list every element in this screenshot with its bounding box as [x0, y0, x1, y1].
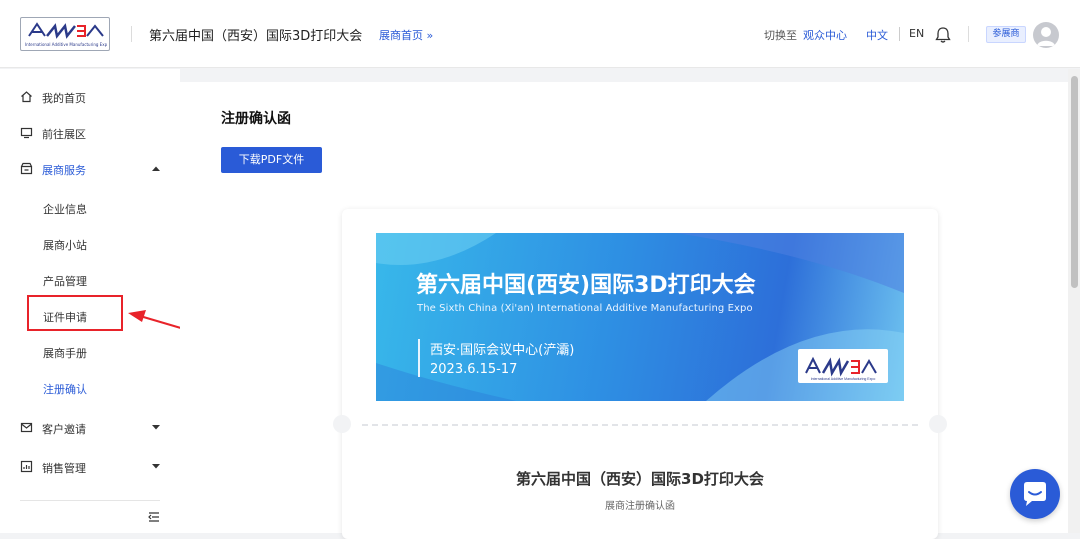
lang-divider: [899, 27, 900, 41]
sidebar-subitem-exhibitor-manual[interactable]: 展商手册: [0, 339, 180, 365]
logo-mark-icon: [28, 22, 104, 39]
divider: [20, 500, 160, 501]
sidebar-subitem-company-info[interactable]: 企业信息: [0, 195, 180, 221]
switch-label: 切换至: [764, 29, 797, 42]
dashed-divider: [362, 424, 918, 426]
chevron-up-icon: [152, 166, 160, 171]
sidebar-subitem-registration-confirmation[interactable]: 注册确认: [0, 375, 180, 401]
chat-support-button[interactable]: [1010, 469, 1060, 519]
role-badge[interactable]: 参展商: [986, 26, 1026, 43]
chat-icon: [1024, 482, 1046, 506]
chart-icon: [20, 460, 33, 473]
scrollbar-thumb[interactable]: [1071, 76, 1078, 288]
sidebar-subitem-exhibitor-station[interactable]: 展商小站: [0, 231, 180, 257]
annotation-highlight-box: [27, 295, 123, 331]
avatar[interactable]: [1033, 22, 1059, 48]
mail-icon: [20, 422, 33, 433]
banner-logo: International Additive Manufacturing Exp…: [798, 349, 888, 383]
ticket-notch: [929, 415, 947, 433]
sidebar-subitem-label: 产品管理: [43, 275, 87, 288]
main-content: 注册确认函 下载PDF文件 第六届中国(西安)国际3D打印大会 The Sixt…: [180, 82, 1068, 539]
sidebar-subitem-label: 企业信息: [43, 203, 87, 216]
sidebar-item-exhibit-area[interactable]: 前往展区: [0, 119, 180, 147]
sidebar-item-customer-invite[interactable]: 客户邀请: [0, 414, 180, 442]
expo-banner: 第六届中国(西安)国际3D打印大会 The Sixth China (Xi'an…: [376, 233, 904, 401]
chevron-down-icon: [152, 425, 160, 430]
banner-accent-bar: [418, 339, 420, 377]
user-icon: [1037, 27, 1055, 46]
banner-subtitle: The Sixth China (Xi'an) International Ad…: [417, 303, 753, 314]
exhibitor-home-link[interactable]: 展商首页 »: [379, 27, 433, 43]
page-title: 注册确认函: [221, 111, 291, 127]
lang-en-button[interactable]: EN: [909, 27, 924, 40]
confirmation-card: 第六届中国(西安)国际3D打印大会 The Sixth China (Xi'an…: [333, 209, 947, 539]
monitor-icon: [20, 127, 33, 139]
banner-title: 第六届中国(西安)国际3D打印大会: [416, 273, 756, 298]
chevron-down-icon: [152, 464, 160, 469]
logo-mark-icon: International Additive Manufacturing Exp…: [805, 356, 877, 381]
lang-zh-button[interactable]: 中文: [866, 27, 888, 43]
banner-logo-text: International Additive Manufacturing Exp…: [811, 377, 876, 381]
collapse-menu-icon[interactable]: [147, 510, 161, 524]
store-icon: [20, 162, 33, 175]
banner-date: 2023.6.15-17: [430, 362, 518, 377]
sidebar-item-exhibitor-services[interactable]: 展商服务: [0, 155, 180, 183]
divider: [968, 26, 969, 42]
expo-logo[interactable]: International Additive Manufacturing Exp…: [20, 17, 110, 51]
sidebar-subitem-product-management[interactable]: 产品管理: [0, 267, 180, 293]
sidebar-subitem-label: 展商手册: [43, 347, 87, 360]
app-title: 第六届中国（西安）国际3D打印大会: [149, 29, 363, 44]
logo-text: International Additive Manufacturing Exp…: [25, 42, 107, 47]
sidebar-item-label: 客户邀请: [42, 423, 86, 436]
divider: [131, 26, 132, 42]
sidebar-item-label: 前往展区: [42, 128, 86, 141]
sidebar-subitem-label: 注册确认: [43, 383, 87, 396]
card-subtitle: 展商注册确认函: [605, 501, 675, 512]
ticket-notch: [333, 415, 351, 433]
sidebar-item-label: 展商服务: [42, 164, 86, 177]
sidebar-item-label: 我的首页: [42, 92, 86, 105]
top-bar: International Additive Manufacturing Exp…: [0, 0, 1080, 68]
sidebar-item-label: 销售管理: [42, 462, 86, 475]
sidebar-item-home[interactable]: 我的首页: [0, 83, 180, 111]
sidebar-item-sales-management[interactable]: 销售管理: [0, 453, 180, 481]
download-pdf-button[interactable]: 下载PDF文件: [221, 147, 322, 173]
card-title: 第六届中国（西安）国际3D打印大会: [516, 470, 764, 488]
banner-venue: 西安·国际会议中心(浐灞): [430, 343, 575, 358]
home-icon: [21, 91, 32, 103]
bell-icon[interactable]: [934, 26, 952, 44]
visitor-center-link[interactable]: 观众中心: [803, 27, 847, 43]
sidebar-subitem-label: 展商小站: [43, 239, 87, 252]
